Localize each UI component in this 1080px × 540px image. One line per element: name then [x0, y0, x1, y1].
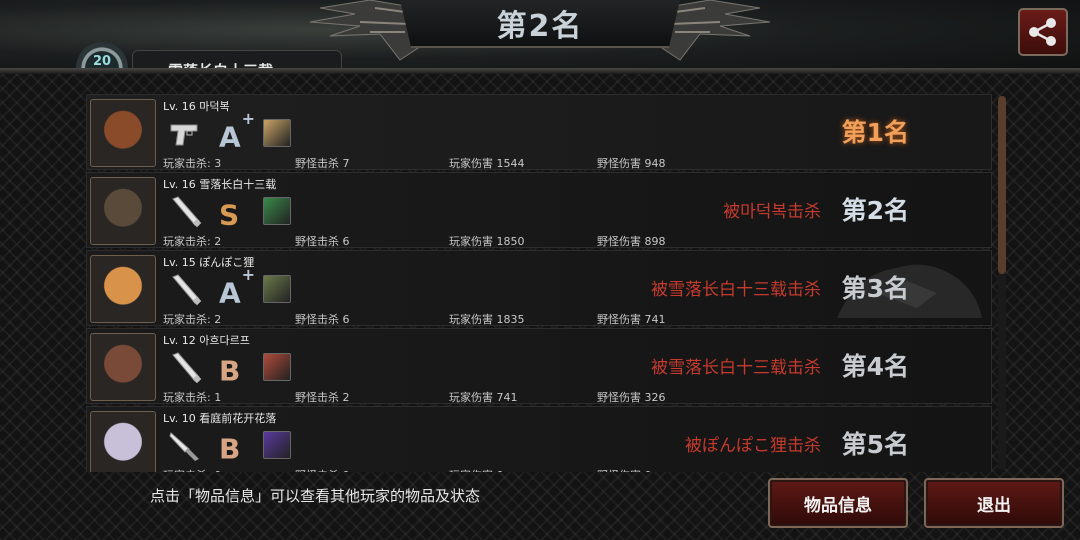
level-badge-number: 20 — [92, 54, 112, 69]
player-level-name: Lv. 16 雪落长白十三载 — [163, 178, 277, 191]
player-kills: 玩家击杀: 3 — [163, 157, 222, 170]
player-row[interactable]: Lv. 16 마덕복 A+ 玩家击杀: 3 野怪击杀 7 玩家伤害 1544 野怪伤害 9… — [86, 94, 992, 170]
player-damage: 玩家伤害 0 — [449, 467, 504, 472]
player-level-name: Lv. 15 ぽんぽこ狸 — [163, 256, 255, 269]
player-row[interactable]: Lv. 15 ぽんぽこ狸 A+ 玩家击杀: 2 野怪击杀 6 玩家伤害 1835 野怪伤害… — [86, 250, 992, 326]
grade-letter: B — [219, 354, 241, 388]
player-grade: B — [219, 425, 241, 467]
player-damage: 玩家伤害 741 — [449, 391, 518, 404]
soldier-item-icon — [263, 275, 291, 303]
player-grade: A+ — [219, 265, 255, 311]
grade-letter: A — [219, 120, 241, 154]
killed-by-text: 被ぽんぽこ狸击杀 — [685, 436, 821, 456]
frame-divider — [0, 68, 1080, 74]
grade-letter: B — [219, 432, 241, 466]
rank-label: 第3名 — [841, 274, 909, 303]
monster-damage: 野怪伤害 948 — [597, 157, 666, 170]
player-portrait-avatar — [90, 333, 156, 401]
player-portrait-avatar — [90, 411, 156, 472]
title-banner: 第2名 — [400, 0, 680, 48]
player-grade: B — [219, 347, 241, 389]
pistol-icon — [167, 115, 203, 151]
knife-icon — [167, 427, 203, 463]
killed-by-text: 被雪落长白十三载击杀 — [651, 280, 821, 300]
bat-icon — [167, 193, 203, 229]
player-level-name: Lv. 10 看庭前花开花落 — [163, 412, 277, 425]
share-button[interactable] — [1018, 8, 1068, 56]
share-icon — [1029, 18, 1056, 46]
player-kills: 玩家击杀: 2 — [163, 235, 222, 248]
monster-kills: 野怪击杀 6 — [295, 313, 350, 326]
list-scrollbar[interactable] — [998, 96, 1006, 470]
player-row[interactable]: Lv. 12 아흐다르프 B 玩家击杀: 1 野怪击杀 2 玩家伤害 741 野怪伤害 3… — [86, 328, 992, 404]
rank-label: 第2名 — [841, 196, 909, 225]
ranking-list[interactable]: Lv. 16 마덕복 A+ 玩家击杀: 3 野怪击杀 7 玩家伤害 1544 野怪伤害 9… — [86, 94, 994, 472]
scrollbar-thumb[interactable] — [998, 96, 1006, 274]
grade-plus: + — [241, 265, 256, 284]
face-item-icon — [263, 353, 291, 381]
killed-by-text: 被雪落长白十三载击杀 — [651, 358, 821, 378]
grade-letter: S — [219, 198, 240, 232]
rank-label: 第5名 — [841, 430, 909, 459]
grade-letter: A — [219, 276, 241, 310]
monster-damage: 野怪伤害 326 — [597, 391, 666, 404]
player-grade: S — [219, 191, 240, 233]
footer-tip: 点击「物品信息」可以查看其他玩家的物品及状态 — [150, 487, 481, 505]
player-kills: 玩家击杀: 1 — [163, 391, 222, 404]
monster-kills: 野怪击杀 2 — [295, 391, 350, 404]
player-level-name: Lv. 16 마덕복 — [163, 100, 230, 113]
bat-icon — [167, 349, 203, 385]
player-kills: 玩家击杀: 2 — [163, 313, 222, 326]
level-badge-icon: 20 — [76, 42, 128, 70]
grade-plus: + — [241, 109, 256, 128]
player-portrait-avatar — [90, 99, 156, 167]
player-row[interactable]: Lv. 10 看庭前花开花落 B玩家击杀: 0 野怪击杀 0 玩家伤害 0 野怪伤害 0… — [86, 406, 992, 472]
player-damage: 玩家伤害 1850 — [449, 235, 525, 248]
beast-item-icon — [263, 431, 291, 459]
monster-kills: 野怪击杀 7 — [295, 157, 350, 170]
monster-damage: 野怪伤害 898 — [597, 235, 666, 248]
exit-button[interactable]: 退出 — [924, 478, 1064, 528]
goblin-item-icon — [263, 197, 291, 225]
rank-label: 第1名 — [841, 118, 909, 147]
player-row[interactable]: Lv. 16 雪落长白十三载 S 玩家击杀: 2 野怪击杀 6 玩家伤害 1850 野怪伤… — [86, 172, 992, 248]
player-portrait-avatar — [90, 255, 156, 323]
killed-by-text: 被마덕복击杀 — [723, 202, 821, 222]
bat-icon — [167, 271, 203, 307]
armor-item-icon — [263, 119, 291, 147]
player-grade: A+ — [219, 109, 255, 155]
monster-kills: 野怪击杀 0 — [295, 467, 350, 472]
rank-label: 第4名 — [841, 352, 909, 381]
player-level-name: Lv. 12 아흐다르프 — [163, 334, 250, 347]
item-info-button[interactable]: 物品信息 — [768, 478, 908, 528]
player-damage: 玩家伤害 1544 — [449, 157, 525, 170]
monster-damage: 野怪伤害 0 — [597, 467, 652, 472]
monster-damage: 野怪伤害 741 — [597, 313, 666, 326]
page-title: 第2名 — [496, 9, 584, 44]
player-kills: 玩家击杀: 0 — [163, 467, 221, 472]
player-damage: 玩家伤害 1835 — [449, 313, 525, 326]
monster-kills: 野怪击杀 6 — [295, 235, 350, 248]
player-portrait-avatar — [90, 177, 156, 245]
